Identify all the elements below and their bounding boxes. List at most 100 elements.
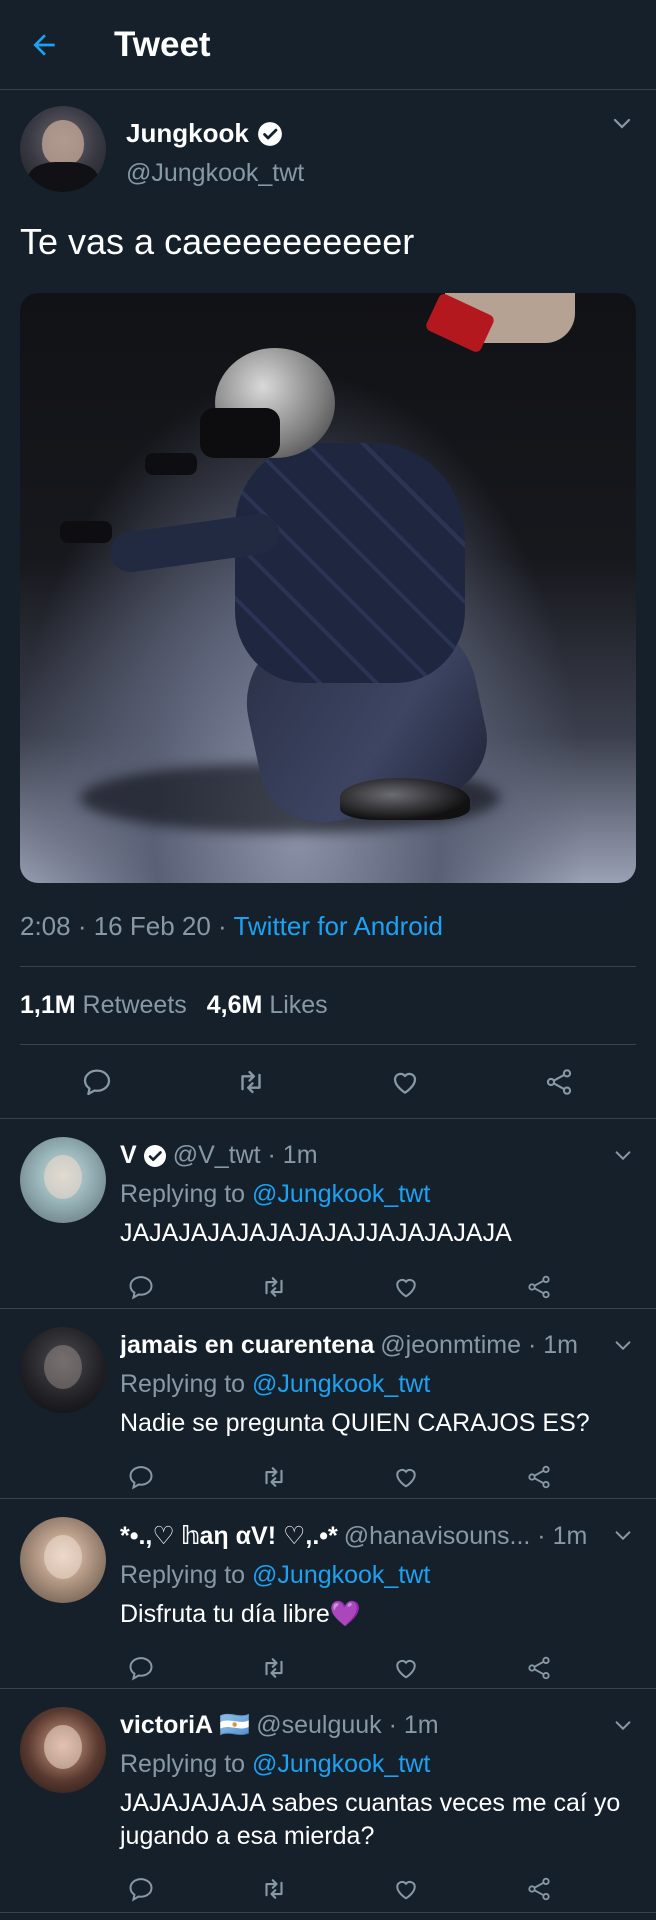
replying-label: Replying to (120, 1750, 246, 1779)
tweet-text: Te vas a caeeeeeeeeeer (20, 221, 415, 262)
like-heart-icon[interactable] (389, 1651, 423, 1685)
retweet-icon[interactable] (234, 1065, 268, 1099)
reply-tweet[interactable]: V @V_twt · 1m Replying to @Jungkook_twt … (0, 1119, 656, 1310)
likes-label: Likes (269, 991, 328, 1020)
meta-separator: · (70, 911, 94, 942)
verified-badge-icon (143, 1144, 167, 1168)
replying-label: Replying to (120, 1370, 246, 1399)
reply-text-content: Disfruta tu día libre (120, 1600, 330, 1629)
like-heart-icon[interactable] (389, 1872, 423, 1906)
page-title: Tweet (114, 24, 211, 64)
replying-label: Replying to (120, 1180, 246, 1209)
avatar[interactable] (20, 1517, 106, 1604)
share-icon[interactable] (522, 1651, 556, 1685)
media-vr-controller (145, 453, 197, 476)
tweet-actions (0, 1045, 656, 1120)
reply-body: jamais en cuarentena @jeonmtime · 1m Rep… (120, 1327, 636, 1498)
reply-header: victoriA 🇦🇷 @seulguuk · 1m (120, 1711, 636, 1740)
replying-to: Replying to @Jungkook_twt (120, 1750, 636, 1779)
like-heart-icon[interactable] (388, 1065, 422, 1099)
tweet-source-link[interactable]: Twitter for Android (233, 911, 443, 941)
share-icon[interactable] (522, 1460, 556, 1494)
media-vr-headset (200, 408, 280, 459)
chevron-down-icon[interactable] (612, 1715, 634, 1737)
tweet-stats: 1,1M Retweets 4,6M Likes (20, 967, 636, 1046)
author-handle[interactable]: @Jungkook_twt (126, 159, 304, 188)
reply-tweet[interactable]: victoriA 🇦🇷 @seulguuk · 1m Replying to @… (0, 1689, 656, 1914)
reply-header: jamais en cuarentena @jeonmtime · 1m (120, 1331, 636, 1360)
chevron-down-icon[interactable] (612, 1145, 634, 1167)
retweets-label: Retweets (82, 991, 187, 1020)
replying-to: Replying to @Jungkook_twt (120, 1180, 636, 1209)
author-info: Jungkook @Jungkook_twt (126, 106, 304, 188)
likes-count: 4,6M (206, 991, 263, 1020)
reply-text: JAJAJAJAJAJAJAJAJJAJAJAJAJA (120, 1219, 512, 1248)
reply-actions (120, 1852, 636, 1920)
media-vr-controller (60, 521, 112, 544)
likes-stat[interactable]: 4,6M Likes (207, 991, 328, 1020)
author-name: Jungkook (126, 118, 249, 148)
tweet-time: 2:08 (20, 911, 71, 942)
replying-label: Replying to (120, 1561, 246, 1590)
verified-badge-icon (257, 121, 283, 147)
retweet-icon[interactable] (257, 1270, 291, 1304)
reply-header: *•.,♡ 𝕙aη αV! ♡,.•* @hanavisouns... · 1m (120, 1521, 636, 1551)
reply-body: victoriA 🇦🇷 @seulguuk · 1m Replying to @… (120, 1707, 636, 1912)
retweet-icon[interactable] (257, 1651, 291, 1685)
retweets-count: 1,1M (20, 991, 76, 1020)
media-figure-torso (235, 443, 465, 684)
like-heart-icon[interactable] (389, 1270, 423, 1304)
avatar[interactable] (20, 1137, 106, 1224)
reply-author-name[interactable]: victoriA 🇦🇷 (120, 1711, 250, 1740)
author-name-row[interactable]: Jungkook (126, 118, 304, 149)
tweet-author: Jungkook @Jungkook_twt (20, 106, 636, 192)
reply-handle: @hanavisouns... · 1m (343, 1521, 588, 1550)
meta-separator: · (210, 911, 234, 942)
media-shoe (340, 778, 470, 821)
reply-body: V @V_twt · 1m Replying to @Jungkook_twt … (120, 1137, 636, 1308)
reply-author-name[interactable]: V (120, 1141, 137, 1170)
reply-icon[interactable] (124, 1872, 158, 1906)
tweet-date: 16 Feb 20 (93, 911, 211, 942)
retweet-icon[interactable] (257, 1460, 291, 1494)
main-tweet: Jungkook @Jungkook_twt Te vas a caeeeeee… (0, 90, 656, 1120)
reply-author-name[interactable]: jamais en cuarentena (120, 1331, 374, 1360)
retweets-stat[interactable]: 1,1M Retweets (20, 991, 187, 1020)
avatar[interactable] (20, 1327, 106, 1414)
replying-to: Replying to @Jungkook_twt (120, 1561, 636, 1590)
reply-handle: @jeonmtime · 1m (380, 1331, 578, 1360)
replying-to-link[interactable]: @Jungkook_twt (252, 1180, 430, 1208)
reply-header: V @V_twt · 1m (120, 1141, 636, 1170)
reply-icon[interactable] (80, 1065, 114, 1099)
reply-handle: @V_twt · 1m (172, 1141, 318, 1170)
reply-body: *•.,♡ 𝕙aη αV! ♡,.•* @hanavisouns... · 1m… (120, 1517, 636, 1688)
share-icon[interactable] (522, 1270, 556, 1304)
replying-to-link[interactable]: @Jungkook_twt (252, 1750, 430, 1778)
avatar[interactable] (20, 106, 106, 192)
reply-icon[interactable] (124, 1651, 158, 1685)
top-bar: Tweet (0, 0, 656, 90)
reply-icon[interactable] (124, 1270, 158, 1304)
reply-icon[interactable] (124, 1460, 158, 1494)
share-icon[interactable] (542, 1065, 576, 1099)
reply-tweet[interactable]: jamais en cuarentena @jeonmtime · 1m Rep… (0, 1309, 656, 1500)
retweet-icon[interactable] (257, 1872, 291, 1906)
reply-text: Disfruta tu día libre💜 (120, 1598, 636, 1631)
replying-to: Replying to @Jungkook_twt (120, 1370, 636, 1399)
avatar[interactable] (20, 1707, 106, 1794)
chevron-down-icon[interactable] (610, 112, 634, 136)
chevron-down-icon[interactable] (612, 1335, 634, 1357)
reply-author-name[interactable]: *•.,♡ 𝕙aη αV! ♡,.•* (120, 1521, 338, 1551)
tweet-meta: 2:08 · 16 Feb 20 · Twitter for Android (20, 911, 636, 968)
purple-heart-emoji: 💜 (329, 1600, 361, 1629)
chevron-down-icon[interactable] (612, 1525, 634, 1547)
reply-handle: @seulguuk · 1m (256, 1711, 439, 1740)
back-arrow-icon[interactable] (24, 25, 64, 65)
replying-to-link[interactable]: @Jungkook_twt (252, 1561, 430, 1589)
like-heart-icon[interactable] (389, 1460, 423, 1494)
tweet-media-image[interactable] (20, 293, 636, 884)
reply-text: JAJAJAJAJA sabes cuantas veces me caí yo… (120, 1789, 621, 1850)
reply-tweet[interactable]: *•.,♡ 𝕙aη αV! ♡,.•* @hanavisouns... · 1m… (0, 1499, 656, 1690)
share-icon[interactable] (522, 1872, 556, 1906)
replying-to-link[interactable]: @Jungkook_twt (252, 1370, 430, 1398)
